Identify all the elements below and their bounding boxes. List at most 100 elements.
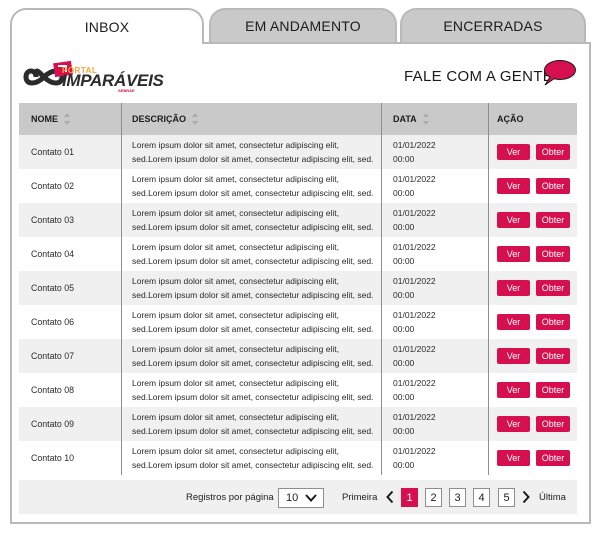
obter-button[interactable]: Obter [536,450,570,466]
obter-button[interactable]: Obter [536,348,570,364]
ver-button[interactable]: Ver [497,382,530,398]
fale-com-a-gente[interactable]: FALE COM A GENTE [404,68,553,85]
table-row: Contato 08 Lorem ipsum dolor sit amet, c… [19,373,577,407]
cell-acao: Ver Obter [488,203,577,237]
ver-button[interactable]: Ver [497,212,530,228]
table-row: Contato 10 Lorem ipsum dolor sit amet, c… [19,441,577,475]
per-page-label: Registros por página [186,492,274,503]
ver-button[interactable]: Ver [497,280,530,296]
table-row: Contato 04 Lorem ipsum dolor sit amet, c… [19,237,577,271]
time-text: 00:00 [393,154,415,164]
time-text: 00:00 [393,188,415,198]
time-text: 00:00 [393,324,415,334]
cell-data: 01/01/2022 00:00 [381,203,488,237]
logo-main-text: IMPARÁVEIS [62,71,164,90]
page-5-button[interactable]: 5 [498,488,515,507]
time-text: 00:00 [393,358,415,368]
cell-nome: Contato 02 [31,181,75,191]
sort-icon[interactable] [422,113,430,125]
ver-button[interactable]: Ver [497,416,530,432]
cell-nome: Contato 10 [31,453,75,463]
date-text: 01/01/2022 [393,242,436,252]
cell-data: 01/01/2022 00:00 [381,339,488,373]
table-row: Contato 01 Lorem ipsum dolor sit amet, c… [19,135,577,169]
desc-line: Lorem ipsum dolor sit amet, consectetur … [132,344,339,354]
desc-line: Lorem ipsum dolor sit amet, consectetur … [132,412,339,422]
header-descricao[interactable]: DESCRIÇÃO [121,103,381,135]
cell-acao: Ver Obter [488,407,577,441]
ver-button[interactable]: Ver [497,246,530,262]
date-text: 01/01/2022 [393,412,436,422]
pagination-bar: Registros por página 10 Primeira 1 2 3 4… [19,480,577,514]
contacts-table: NOME DESCRIÇÃO DATA AÇÃO Contato 01 Lore… [19,103,577,475]
desc-line: sed.Lorem ipsum dolor sit amet, consecte… [132,188,374,198]
cell-descricao: Lorem ipsum dolor sit amet, consectetur … [121,135,381,169]
page-4-button[interactable]: 4 [473,488,490,507]
cell-acao: Ver Obter [488,373,577,407]
ver-button[interactable]: Ver [497,348,530,364]
cell-descricao: Lorem ipsum dolor sit amet, consectetur … [121,169,381,203]
cell-data: 01/01/2022 00:00 [381,135,488,169]
table-row: Contato 03 Lorem ipsum dolor sit amet, c… [19,203,577,237]
obter-button[interactable]: Obter [536,178,570,194]
cell-descricao: Lorem ipsum dolor sit amet, consectetur … [121,407,381,441]
cell-descricao: Lorem ipsum dolor sit amet, consectetur … [121,339,381,373]
cell-nome: Contato 04 [31,249,75,259]
header-data[interactable]: DATA [381,103,488,135]
obter-button[interactable]: Obter [536,280,570,296]
cell-acao: Ver Obter [488,237,577,271]
desc-line: sed.Lorem ipsum dolor sit amet, consecte… [132,256,374,266]
cell-nome: Contato 05 [31,283,75,293]
obter-button[interactable]: Obter [536,416,570,432]
obter-button[interactable]: Obter [536,246,570,262]
cell-data: 01/01/2022 00:00 [381,169,488,203]
cell-nome: Contato 01 [31,147,75,157]
cell-acao: Ver Obter [488,271,577,305]
tab-inbox-label: INBOX [84,19,130,35]
header-data-label: DATA [393,114,417,124]
header-nome[interactable]: NOME [19,103,121,135]
page-2-button[interactable]: 2 [425,488,442,507]
tab-em-andamento[interactable]: EM ANDAMENTO [209,8,397,42]
date-text: 01/01/2022 [393,446,436,456]
sort-icon[interactable] [64,113,71,125]
cell-descricao: Lorem ipsum dolor sit amet, consectetur … [121,203,381,237]
obter-button[interactable]: Obter [536,144,570,160]
cell-acao: Ver Obter [488,169,577,203]
tab-encerradas[interactable]: ENCERRADAS [400,8,586,42]
date-text: 01/01/2022 [393,276,436,286]
chat-bubble-icon[interactable] [541,59,577,87]
cell-descricao: Lorem ipsum dolor sit amet, consectetur … [121,237,381,271]
ver-button[interactable]: Ver [497,144,530,160]
cell-data: 01/01/2022 00:00 [381,441,488,475]
obter-button[interactable]: Obter [536,314,570,330]
sort-icon[interactable] [192,113,199,125]
page-1-button[interactable]: 1 [401,488,418,507]
desc-line: sed.Lorem ipsum dolor sit amet, consecte… [132,460,374,470]
cell-acao: Ver Obter [488,441,577,475]
obter-button[interactable]: Obter [536,382,570,398]
desc-line: sed.Lorem ipsum dolor sit amet, consecte… [132,324,374,334]
first-page-link[interactable]: Primeira [342,492,377,503]
tab-inbox[interactable]: INBOX [10,8,204,44]
cell-descricao: Lorem ipsum dolor sit amet, consectetur … [121,305,381,339]
desc-line: Lorem ipsum dolor sit amet, consectetur … [132,140,339,150]
page-3-button[interactable]: 3 [449,488,466,507]
table-header: NOME DESCRIÇÃO DATA AÇÃO [19,103,577,135]
ver-button[interactable]: Ver [497,178,530,194]
chevron-left-icon[interactable] [386,490,394,504]
desc-line: Lorem ipsum dolor sit amet, consectetur … [132,242,339,252]
per-page-select[interactable]: 10 [278,488,324,508]
last-page-link[interactable]: Última [539,492,566,503]
per-page-value: 10 [286,492,299,504]
time-text: 00:00 [393,222,415,232]
date-text: 01/01/2022 [393,174,436,184]
obter-button[interactable]: Obter [536,212,570,228]
desc-line: Lorem ipsum dolor sit amet, consectetur … [132,310,339,320]
tab-em-andamento-label: EM ANDAMENTO [245,18,361,34]
time-text: 00:00 [393,460,415,470]
chevron-right-icon[interactable] [522,490,530,504]
ver-button[interactable]: Ver [497,314,530,330]
date-text: 01/01/2022 [393,310,436,320]
ver-button[interactable]: Ver [497,450,530,466]
